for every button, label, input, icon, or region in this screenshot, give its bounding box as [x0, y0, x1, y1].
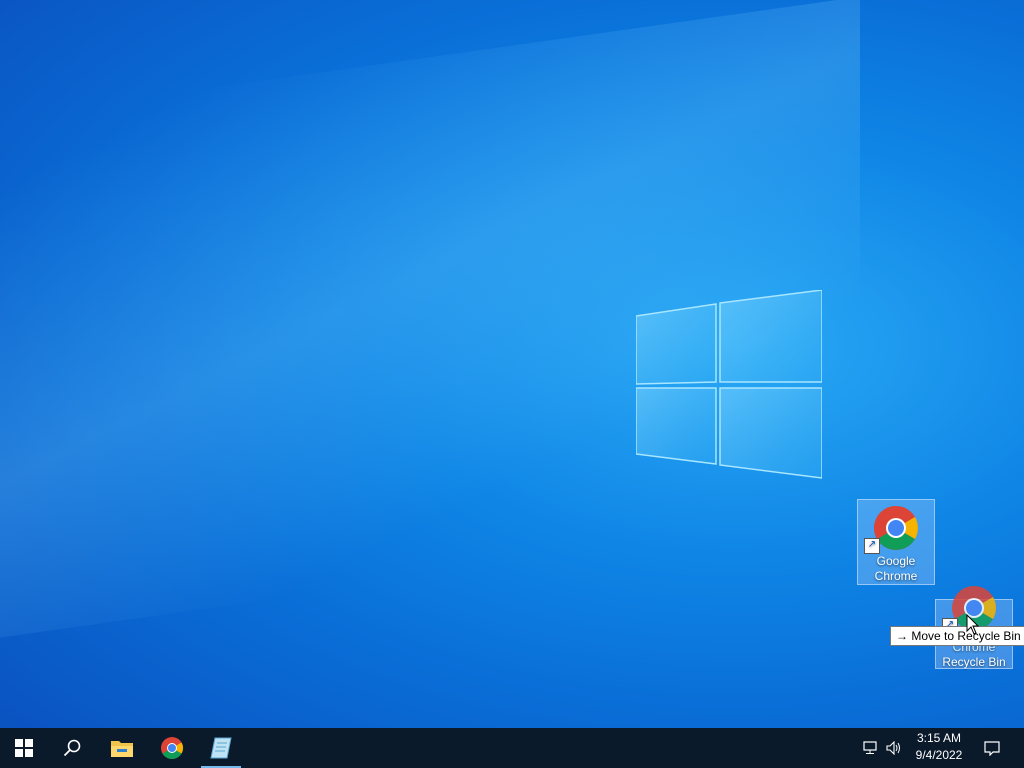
taskbar: 3:15 AM 9/4/2022 — [0, 728, 1024, 768]
arrow-right-icon: → — [896, 629, 908, 643]
action-center-button[interactable] — [976, 728, 1008, 768]
file-explorer-icon — [111, 741, 133, 757]
windows-start-icon — [15, 739, 33, 757]
drag-drop-tooltip: → Move to Recycle Bin — [890, 626, 1024, 646]
tray-volume[interactable] — [884, 728, 904, 768]
desktop-icon-google-chrome[interactable]: ↗ Google Chrome — [857, 499, 935, 585]
start-button[interactable] — [0, 728, 48, 768]
taskbar-chrome[interactable] — [148, 728, 196, 768]
tray-network[interactable] — [860, 728, 882, 768]
desktop-icon-label: Google — [876, 554, 916, 568]
chrome-icon — [161, 737, 183, 759]
clock-time: 3:15 AM — [916, 731, 962, 745]
desktop-icon-label: Recycle Bin — [942, 655, 1006, 669]
taskbar-notepad[interactable] — [197, 728, 245, 768]
network-icon — [863, 741, 877, 754]
shortcut-arrow-icon: ↗ — [864, 538, 880, 554]
search-icon — [63, 739, 81, 757]
search-button[interactable] — [48, 728, 96, 768]
notepad-icon — [210, 737, 232, 759]
taskbar-clock[interactable]: 3:15 AM 9/4/2022 — [906, 730, 972, 766]
taskbar-file-explorer[interactable] — [98, 728, 146, 768]
chrome-icon: ↗ — [864, 504, 920, 554]
desktop-icon-label: Chrome — [874, 569, 918, 583]
action-center-icon — [984, 740, 1000, 756]
volume-icon — [886, 741, 900, 755]
clock-date: 9/4/2022 — [915, 748, 963, 762]
desktop-background[interactable]: ↗ Google Chrome ↗ Chrome Recycle Bin → M… — [0, 0, 1024, 728]
windows-logo-wallpaper — [636, 290, 822, 479]
mouse-cursor-icon — [966, 614, 980, 635]
